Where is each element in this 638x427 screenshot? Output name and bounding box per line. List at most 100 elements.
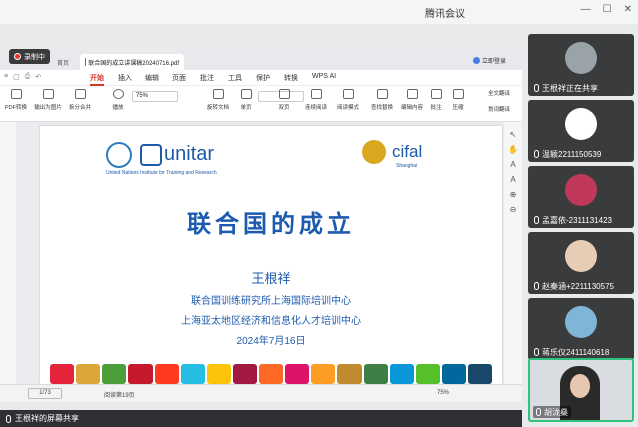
export-image-button[interactable]: 输出为图片 xyxy=(34,89,62,111)
text-size-icon[interactable]: A xyxy=(510,175,515,184)
meeting-window: 腾讯会议 — ☐ ✕ 录制中 首页 联合国的成立讲课稿20240716.pdf … xyxy=(0,0,638,427)
minimize-icon[interactable]: — xyxy=(581,4,591,15)
sdg-goal-icon xyxy=(128,364,153,384)
rotate-button[interactable]: 旋转文档 xyxy=(204,89,232,111)
continuous-read-button[interactable]: 连续阅读 xyxy=(302,89,330,111)
zoom-in-icon[interactable]: ⊕ xyxy=(510,190,517,199)
participant-card[interactable]: 赵秦涵+2211130575 xyxy=(528,232,634,294)
share-status-label: 王根祥的屏幕共享 xyxy=(15,414,79,423)
sdg-goal-icon xyxy=(154,364,179,384)
participant-card[interactable]: 蒋乐仪2411140618 xyxy=(528,298,634,360)
participant-name: 赵秦涵+2211130575 xyxy=(542,281,614,291)
menu-protect[interactable]: 保护 xyxy=(256,73,270,83)
sdg-goal-icon xyxy=(389,364,414,384)
edit-icon xyxy=(406,89,418,99)
menu-icon[interactable]: ≡ xyxy=(4,73,8,81)
continuous-icon xyxy=(310,89,322,99)
cifal-globe-icon xyxy=(362,140,386,164)
compress-icon xyxy=(452,89,464,99)
menu-wps-ai[interactable]: WPS AI xyxy=(312,73,336,80)
menu-convert[interactable]: 转换 xyxy=(284,73,298,83)
convert-icon xyxy=(10,89,22,99)
sdg-goal-icon xyxy=(415,364,440,384)
recording-label: 录制中 xyxy=(24,53,45,61)
double-page-button[interactable]: 双页 xyxy=(270,89,298,111)
sdg-goal-icon xyxy=(206,364,231,384)
compress-button[interactable]: 压缩 xyxy=(444,89,472,111)
mic-icon xyxy=(534,216,539,224)
unitar-subtitle: United Nations Institute for Training an… xyxy=(106,170,217,176)
mic-icon xyxy=(534,348,539,356)
document-viewport: unitar United Nations Institute for Trai… xyxy=(0,122,522,384)
zoom-out-icon[interactable]: ⊖ xyxy=(510,205,517,214)
menu-annotate[interactable]: 批注 xyxy=(200,73,214,83)
mic-icon xyxy=(534,150,539,158)
image-icon xyxy=(42,89,54,99)
participant-card[interactable]: 温颖2211150539 xyxy=(528,100,634,162)
participant-name: 温颖2211150539 xyxy=(542,149,602,159)
hand-icon[interactable]: ✋ xyxy=(508,145,518,154)
menu-edit[interactable]: 编辑 xyxy=(145,73,159,83)
play-button[interactable]: 播放 xyxy=(104,89,132,111)
comment-icon xyxy=(430,89,442,99)
slide-date: 2024年7月16日 xyxy=(236,336,306,347)
sdg-goal-icon xyxy=(259,364,284,384)
zoom-select[interactable]: 75% xyxy=(132,91,178,102)
close-icon[interactable]: ✕ xyxy=(624,4,632,15)
undo-icon[interactable]: ↶ xyxy=(35,73,41,81)
translate-group: 全文翻译 划词翻译 xyxy=(480,89,518,113)
pdf-convert-button[interactable]: PDF转换 xyxy=(2,89,30,111)
open-icon[interactable]: ▢ xyxy=(13,73,20,81)
pdf-status-bar: 1/73 阅读第19页 75% xyxy=(0,384,522,402)
sdg-goal-icon xyxy=(50,364,75,384)
unitar-logo-icon xyxy=(140,144,162,166)
cifal-subtitle: Shanghai xyxy=(396,163,418,169)
menu-page[interactable]: 页面 xyxy=(172,73,186,83)
participant-card-speaking[interactable]: 胡泷燊 xyxy=(528,358,634,422)
sdg-goal-icon xyxy=(441,364,466,384)
sdg-goal-icon xyxy=(468,364,493,384)
menu-tools[interactable]: 工具 xyxy=(228,73,242,83)
search-icon xyxy=(376,89,388,99)
word-translate-button[interactable]: 划词翻译 xyxy=(488,105,510,113)
participant-card[interactable]: 孟嘉依-2311131423 xyxy=(528,166,634,228)
full-translate-button[interactable]: 全文翻译 xyxy=(488,89,510,97)
read-mode-button[interactable]: 阅读模式 xyxy=(334,89,362,111)
page-indicator[interactable]: 1/73 xyxy=(28,388,62,399)
menu-insert[interactable]: 插入 xyxy=(118,73,132,83)
single-page-button[interactable]: 单页 xyxy=(232,89,260,111)
avatar xyxy=(565,306,597,338)
menu-start[interactable]: 开始 xyxy=(90,73,104,86)
find-replace-button[interactable]: 查找替换 xyxy=(368,89,396,111)
sdg-icons-row xyxy=(50,364,493,384)
sdg-goal-icon xyxy=(102,364,127,384)
sdg-goal-icon xyxy=(232,364,257,384)
participant-name: 孟嘉依-2311131423 xyxy=(542,215,612,225)
mic-icon xyxy=(536,408,541,416)
split-merge-button[interactable]: 拆分合并 xyxy=(66,89,94,111)
avatar xyxy=(565,42,597,74)
record-icon xyxy=(14,53,21,60)
cursor-icon[interactable]: ↖ xyxy=(510,130,517,139)
sdg-goal-icon xyxy=(363,364,388,384)
unitar-wordmark: unitar xyxy=(164,143,215,165)
recording-badge[interactable]: 录制中 xyxy=(9,49,50,64)
tab-pdf-document[interactable]: 联合国的成立讲课稿20240716.pdf xyxy=(80,54,184,70)
print-icon[interactable]: ⎙ xyxy=(25,73,31,81)
mic-icon xyxy=(6,414,11,423)
right-sidebar: ↖ ✋ A A ⊕ ⊖ xyxy=(504,122,522,384)
login-button[interactable]: 立即登录 xyxy=(472,56,506,65)
participant-name: 王根祥正在共享 xyxy=(542,83,598,93)
avatar xyxy=(565,174,597,206)
tab-home[interactable]: 首页 xyxy=(52,54,74,70)
participant-name: 胡泷燊 xyxy=(544,407,568,417)
status-zoom[interactable]: 75% xyxy=(437,390,449,396)
text-icon[interactable]: A xyxy=(510,160,515,169)
participant-list: 王根祥正在共享 温颖2211150539 孟嘉依-2311131423 赵秦涵+… xyxy=(524,24,638,427)
shared-screen: 首页 联合国的成立讲课稿20240716.pdf 立即登录 ≡ ▢ ⎙ ↶ 开始… xyxy=(0,52,522,402)
wps-toolbar: PDF转换 输出为图片 拆分合并 播放 75% 旋转文档 单页 双页 连续阅读 … xyxy=(0,86,522,122)
window-controls: — ☐ ✕ xyxy=(581,4,632,15)
participant-card[interactable]: 王根祥正在共享 xyxy=(528,34,634,96)
sdg-goal-icon xyxy=(285,364,310,384)
maximize-icon[interactable]: ☐ xyxy=(603,4,612,15)
